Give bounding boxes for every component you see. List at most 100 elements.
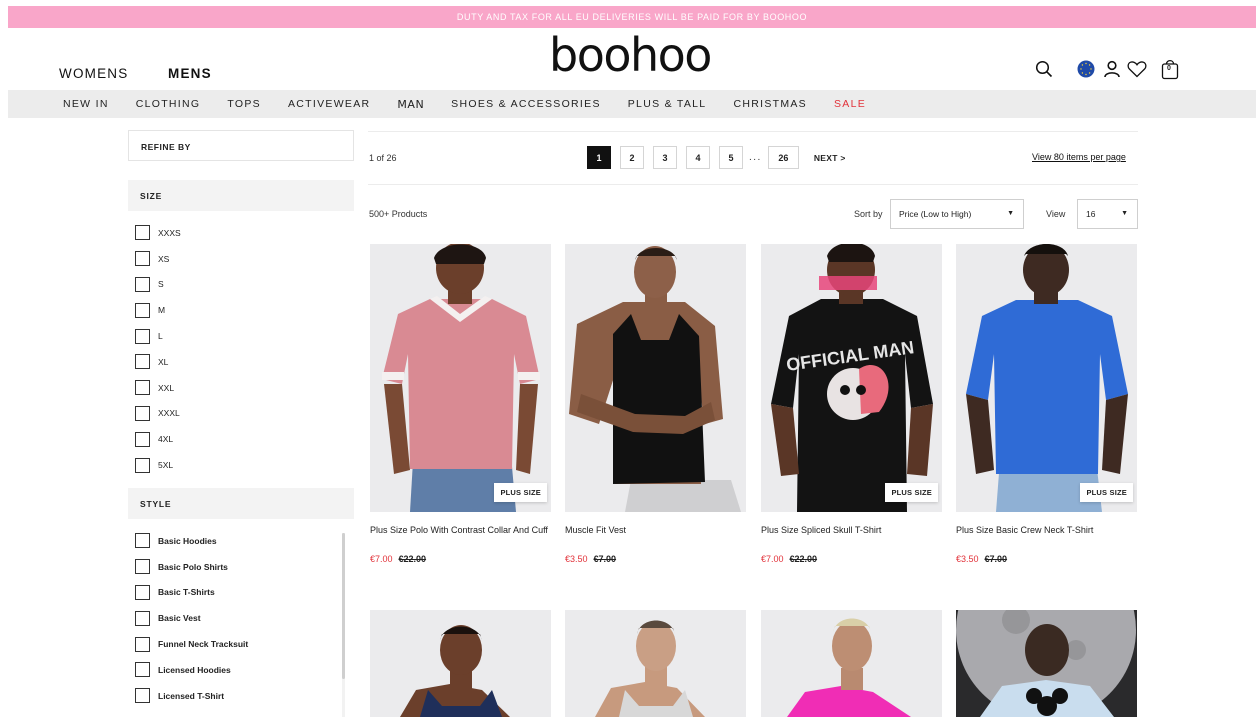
product-name[interactable]: Plus Size Polo With Contrast Collar And … [370, 525, 550, 536]
style-option[interactable]: Basic T-Shirts [135, 580, 248, 606]
size-option[interactable]: XXXS [135, 220, 181, 246]
sort-select[interactable]: Price (Low to High) ▼ [890, 199, 1024, 229]
product-card[interactable]: PLUS SIZE Plus Size Basic Crew Neck T-Sh… [956, 244, 1137, 564]
style-facet-header[interactable]: STYLE [128, 488, 354, 519]
checkbox[interactable] [135, 405, 150, 421]
product-image[interactable]: PLUS SIZE [956, 244, 1137, 512]
size-option[interactable]: XXL [135, 375, 181, 401]
checkbox[interactable] [135, 302, 150, 318]
style-scrollbar-thumb[interactable] [342, 533, 345, 679]
nav-plus-tall[interactable]: PLUS & TALL [628, 98, 707, 110]
checkbox[interactable] [135, 533, 150, 549]
checkbox[interactable] [135, 688, 150, 704]
product-image[interactable]: OFFICIAL MAN PLUS SIZE [761, 244, 942, 512]
product-card[interactable]: PLUS SIZE Plus Size Polo With Contrast C… [370, 244, 551, 564]
sale-price: €7.00 [761, 554, 784, 564]
size-option[interactable]: XL [135, 349, 181, 375]
model-photo [956, 244, 1137, 512]
product-card[interactable]: Muscle Fit Vest €3.50 €7.00 [565, 244, 746, 564]
view-select[interactable]: 16 ▼ [1077, 199, 1138, 229]
plus-size-badge: PLUS SIZE [885, 483, 938, 502]
product-image[interactable] [761, 610, 942, 717]
page-button-2[interactable]: 2 [620, 146, 644, 169]
page-status: 1 of 26 [369, 153, 397, 163]
next-page-link[interactable]: NEXT > [814, 153, 846, 163]
product-name[interactable]: Plus Size Spliced Skull T-Shirt [761, 525, 941, 536]
nav-clothing[interactable]: CLOTHING [136, 98, 201, 110]
checkbox[interactable] [135, 276, 150, 292]
tab-womens[interactable]: WOMENS [59, 66, 128, 81]
product-card[interactable] [956, 610, 1137, 717]
product-image[interactable] [565, 244, 746, 512]
page-button-1[interactable]: 1 [587, 146, 611, 169]
size-option[interactable]: S [135, 272, 181, 298]
size-option[interactable]: L [135, 323, 181, 349]
checkbox[interactable] [135, 559, 150, 575]
refine-by-header[interactable]: REFINE BY [128, 130, 354, 161]
product-image[interactable] [370, 610, 551, 717]
size-option[interactable]: XS [135, 246, 181, 272]
page-button-last[interactable]: 26 [767, 146, 799, 169]
size-option[interactable]: 5XL [135, 452, 181, 478]
product-price: €7.00 €22.00 [370, 554, 551, 564]
model-photo [565, 610, 746, 717]
size-facet-header[interactable]: SIZE [128, 180, 354, 211]
product-card[interactable] [761, 610, 942, 717]
size-option[interactable]: M [135, 297, 181, 323]
checkbox[interactable] [135, 662, 150, 678]
view-80-link[interactable]: View 80 items per page [1032, 152, 1126, 162]
nav-christmas[interactable]: CHRISTMAS [733, 98, 807, 110]
product-name[interactable]: Muscle Fit Vest [565, 525, 745, 536]
nav-sale[interactable]: SALE [834, 98, 866, 110]
style-option[interactable]: Licensed Hoodies [135, 657, 248, 683]
sort-label: Sort by [854, 209, 883, 219]
account-icon[interactable] [1102, 56, 1122, 82]
eu-flag-icon[interactable] [1076, 56, 1096, 82]
page-button-4[interactable]: 4 [686, 146, 710, 169]
original-price: €22.00 [398, 554, 427, 564]
product-image[interactable]: PLUS SIZE [370, 244, 551, 512]
nav-tops[interactable]: TOPS [227, 98, 261, 110]
page-button-5[interactable]: 5 [719, 146, 743, 169]
plus-size-badge: PLUS SIZE [1080, 483, 1133, 502]
product-card[interactable] [370, 610, 551, 717]
promo-banner[interactable]: DUTY AND TAX FOR ALL EU DELIVERIES WILL … [8, 6, 1256, 28]
checkbox[interactable] [135, 380, 150, 396]
checkbox[interactable] [135, 328, 150, 344]
model-photo [565, 244, 746, 512]
style-option[interactable]: Basic Vest [135, 605, 248, 631]
size-filter-list: XXXS XS S M L XL XXL XXXL 4XL 5XL [135, 220, 181, 478]
checkbox[interactable] [135, 584, 150, 600]
page-button-3[interactable]: 3 [653, 146, 677, 169]
bag-icon[interactable]: 0 [1160, 56, 1180, 82]
product-price: €7.00 €22.00 [761, 554, 942, 564]
checkbox[interactable] [135, 354, 150, 370]
product-card[interactable] [565, 610, 746, 717]
nav-man[interactable]: MAN [397, 98, 424, 111]
product-name[interactable]: Plus Size Basic Crew Neck T-Shirt [956, 525, 1136, 536]
product-card[interactable]: OFFICIAL MAN PLUS SIZE Plus Size Spliced… [761, 244, 942, 564]
nav-activewear[interactable]: ACTIVEWEAR [288, 98, 370, 110]
checkbox[interactable] [135, 636, 150, 652]
size-option[interactable]: 4XL [135, 426, 181, 452]
style-option[interactable]: Licensed T-Shirt [135, 683, 248, 709]
checkbox[interactable] [135, 457, 150, 473]
product-image[interactable] [565, 610, 746, 717]
nav-shoes-accessories[interactable]: SHOES & ACCESSORIES [451, 98, 601, 110]
style-option[interactable]: Funnel Neck Tracksuit [135, 631, 248, 657]
pagination-ellipsis: ... [749, 152, 762, 163]
checkbox[interactable] [135, 610, 150, 626]
model-photo [956, 610, 1137, 717]
checkbox[interactable] [135, 225, 150, 241]
tab-mens[interactable]: MENS [168, 66, 212, 81]
wishlist-heart-icon[interactable] [1126, 56, 1148, 82]
search-icon[interactable] [1034, 56, 1054, 82]
style-option[interactable]: Basic Hoodies [135, 528, 248, 554]
checkbox[interactable] [135, 431, 150, 447]
size-option[interactable]: XXXL [135, 401, 181, 427]
style-option[interactable]: Basic Polo Shirts [135, 554, 248, 580]
checkbox[interactable] [135, 251, 150, 267]
nav-new-in[interactable]: NEW IN [63, 98, 109, 110]
brand-logo[interactable]: boohoo [549, 32, 712, 78]
product-image[interactable] [956, 610, 1137, 717]
